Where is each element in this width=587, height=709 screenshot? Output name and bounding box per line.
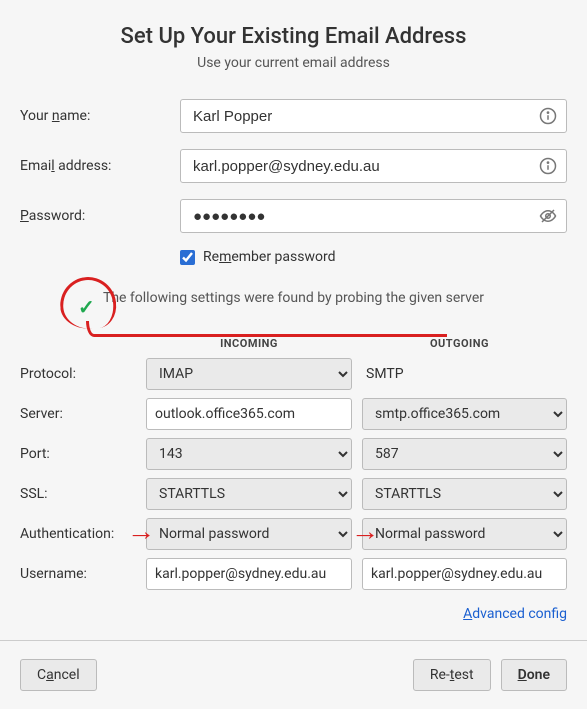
- server-in-input[interactable]: [146, 398, 352, 430]
- success-check-icon: ✓: [78, 293, 95, 321]
- info-icon: [539, 157, 557, 175]
- ssl-in-select[interactable]: STARTTLS: [146, 478, 352, 510]
- auth-out-select[interactable]: Normal password: [362, 518, 567, 550]
- advanced-config-link[interactable]: Advanced config: [463, 606, 567, 622]
- annotation-line: [86, 321, 447, 337]
- username-label: Username:: [20, 566, 136, 582]
- protocol-in-select[interactable]: IMAP: [146, 358, 352, 390]
- username-out-input[interactable]: [362, 558, 567, 590]
- retest-button[interactable]: Re-test: [413, 659, 491, 691]
- protocol-label: Protocol:: [20, 366, 136, 382]
- username-in-input[interactable]: [146, 558, 352, 590]
- ssl-out-select[interactable]: STARTTLS: [362, 478, 567, 510]
- port-out-select[interactable]: 587: [362, 438, 567, 470]
- eye-off-icon[interactable]: [539, 207, 557, 225]
- email-input[interactable]: [180, 149, 567, 183]
- success-message: ✓ The following settings were found by p…: [20, 277, 567, 337]
- server-label: Server:: [20, 406, 136, 422]
- cancel-button[interactable]: Cancel: [20, 659, 97, 691]
- name-input[interactable]: [180, 99, 567, 133]
- name-label: Your name:: [20, 108, 180, 124]
- email-label: Email address:: [20, 158, 180, 174]
- port-label: Port:: [20, 446, 136, 462]
- info-icon: [539, 107, 557, 125]
- done-button[interactable]: Done: [501, 659, 567, 691]
- remember-checkbox[interactable]: [180, 250, 195, 265]
- incoming-header: INCOMING: [146, 337, 352, 350]
- page-subtitle: Use your current email address: [20, 55, 567, 71]
- port-in-select[interactable]: 143: [146, 438, 352, 470]
- password-label: Password:: [20, 208, 180, 224]
- protocol-out-text: SMTP: [362, 366, 567, 382]
- page-title: Set Up Your Existing Email Address: [20, 24, 567, 49]
- outgoing-header: OUTGOING: [352, 337, 567, 350]
- ssl-label: SSL:: [20, 486, 136, 502]
- auth-label: Authentication:: [20, 526, 136, 542]
- auth-in-select[interactable]: Normal password: [146, 518, 352, 550]
- password-input[interactable]: [180, 199, 567, 233]
- server-out-select[interactable]: smtp.office365.com: [362, 398, 567, 430]
- remember-label: Remember password: [203, 249, 336, 265]
